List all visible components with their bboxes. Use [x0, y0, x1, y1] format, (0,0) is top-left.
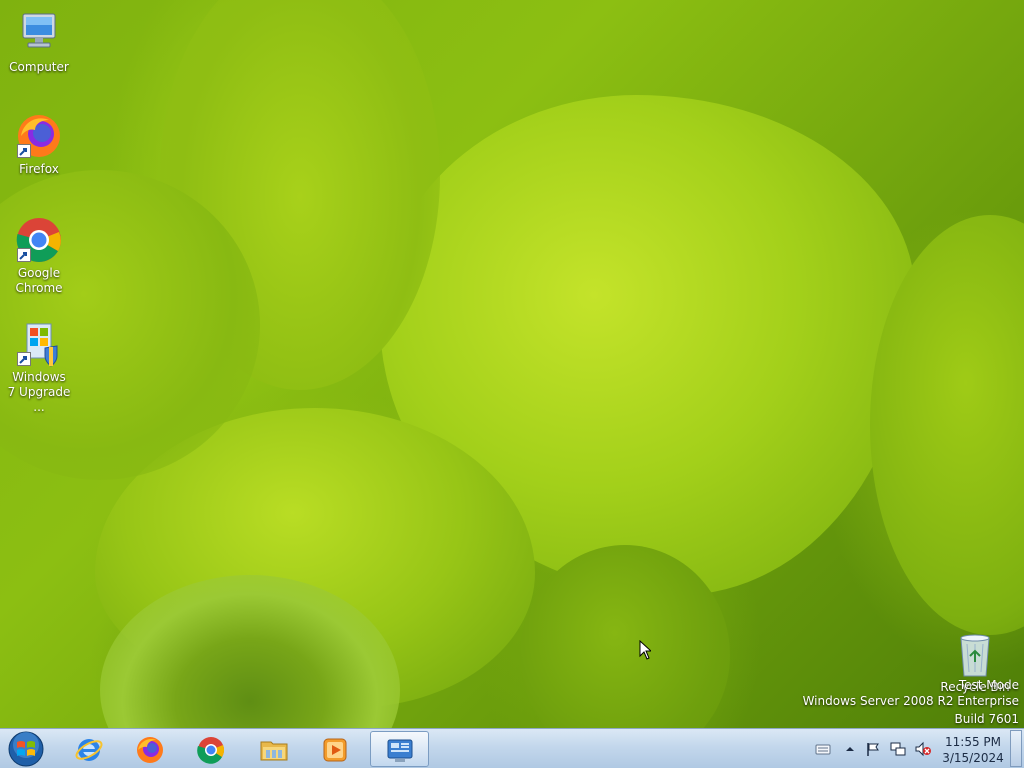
action-center-flag-icon[interactable]: [865, 741, 881, 757]
start-button[interactable]: [6, 731, 46, 767]
shortcut-arrow-icon: [17, 248, 31, 262]
chrome-icon: [197, 737, 225, 764]
desktop-icon-label: Google Chrome: [15, 266, 63, 295]
desktop-icon-windows-upgrade[interactable]: Windows 7 Upgrade ...: [1, 320, 77, 415]
media-player-icon: [323, 738, 347, 762]
taskbar-server-manager[interactable]: [370, 731, 429, 767]
desktop-icon-label: Firefox: [19, 162, 59, 176]
desktop-icon-chrome[interactable]: Google Chrome: [1, 216, 77, 296]
taskbar-windows-explorer[interactable]: [247, 731, 301, 767]
clock-time: 11:55 PM: [945, 735, 1001, 749]
show-hidden-icons-chevron-icon[interactable]: [842, 741, 858, 757]
taskbar-chrome[interactable]: [184, 731, 238, 767]
shortcut-arrow-icon: [17, 144, 31, 158]
chrome-icon: [15, 216, 63, 264]
computer-icon: [15, 10, 63, 58]
server-manager-icon: [387, 739, 413, 762]
recycle-bin-icon: [951, 632, 999, 678]
desktop[interactable]: Computer Firefox Google Chrome Windows 7…: [0, 0, 1024, 728]
volume-muted-icon[interactable]: [915, 741, 931, 757]
show-desktop-button[interactable]: [1010, 730, 1022, 767]
taskbar-clock[interactable]: 11:55 PM 3/15/2024: [938, 734, 1008, 766]
firefox-icon: [137, 737, 163, 763]
shortcut-arrow-icon: [17, 352, 31, 366]
clock-date: 3/15/2024: [942, 751, 1004, 765]
internet-explorer-icon: [75, 739, 103, 761]
system-tray: [810, 729, 940, 769]
folder-icon: [260, 741, 288, 761]
taskbar-media-player[interactable]: [308, 731, 362, 767]
desktop-icon-label: Computer: [9, 60, 69, 74]
taskbar: 11:55 PM 3/15/2024: [0, 728, 1024, 768]
desktop-icon-firefox[interactable]: Firefox: [1, 112, 77, 177]
mouse-cursor-icon: [639, 640, 651, 660]
desktop-icon-label: Windows 7 Upgrade ...: [7, 370, 71, 414]
firefox-icon: [15, 112, 63, 160]
taskbar-firefox[interactable]: [123, 731, 177, 767]
windows-upgrade-icon: [15, 320, 63, 368]
keyboard-icon[interactable]: [815, 741, 831, 757]
windows-start-orb-icon: [8, 731, 44, 767]
build-watermark: Build 7601: [954, 712, 1019, 726]
test-mode-watermark: Test Mode: [958, 678, 1019, 692]
desktop-icon-computer[interactable]: Computer: [1, 10, 77, 75]
network-icon[interactable]: [890, 741, 906, 757]
os-edition-watermark: Windows Server 2008 R2 Enterprise: [802, 694, 1019, 708]
taskbar-internet-explorer[interactable]: [62, 731, 116, 767]
